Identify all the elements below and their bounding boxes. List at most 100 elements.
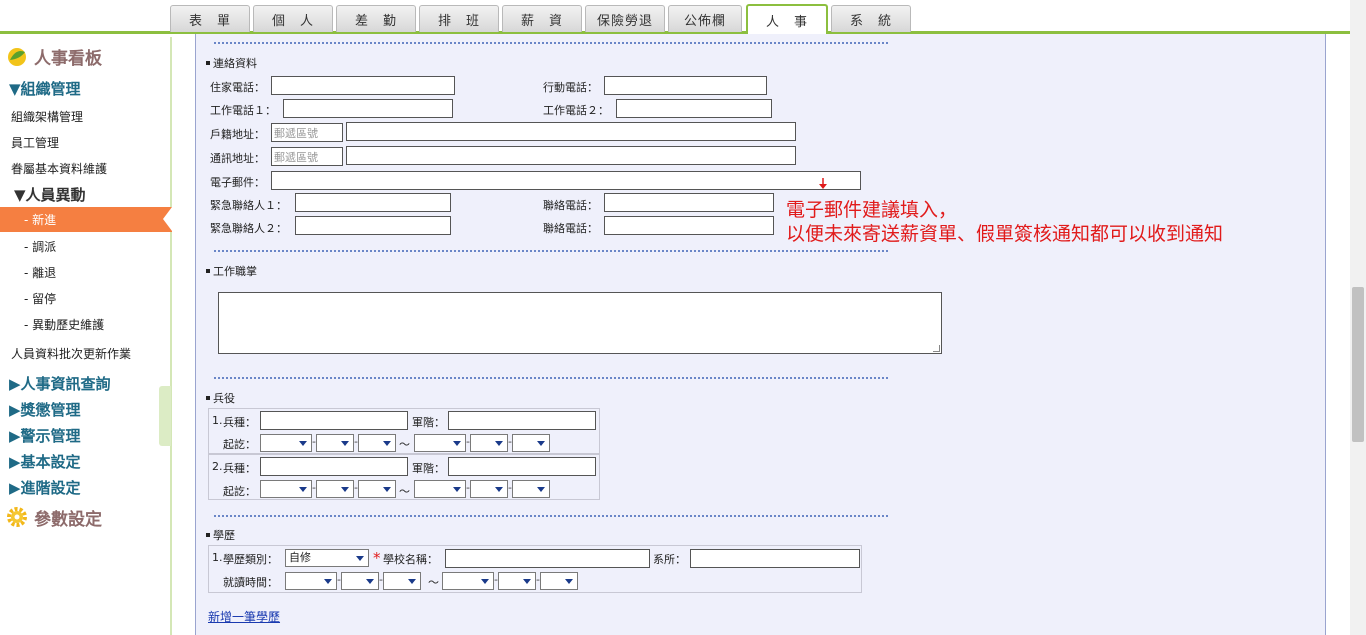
military-row2-number: 2. [212,460,223,473]
sidebar-item-transfer[interactable]: - 調派 [24,238,56,255]
tab-hr[interactable]: 人 事 [746,4,828,34]
military-rank-input[interactable] [448,411,596,430]
leaf-icon [6,45,28,67]
study-start-day-select[interactable] [383,572,421,590]
military-rank-label: 軍階： [412,462,445,475]
sidebar-section-personnel-change[interactable]: ▼人員異動 [14,184,86,205]
tab-forms[interactable]: 表 單 [170,5,250,32]
mailing-zip-input[interactable]: 郵遞區號 [271,147,343,166]
registered-zip-input[interactable]: 郵遞區號 [271,123,343,142]
scrollbar-thumb[interactable] [1352,287,1364,442]
sidebar-item-batch-update[interactable]: 人員資料批次更新作業 [11,345,131,362]
work-phone2-input[interactable] [616,99,772,118]
mobile-phone-input[interactable] [604,76,767,95]
military-type-input[interactable] [260,411,408,430]
department-label: 系所： [653,553,686,566]
military-end-month-select[interactable] [470,434,508,452]
email-label: 電子郵件： [210,176,265,189]
home-phone-label: 住家電話： [210,81,265,94]
sidebar-section-rewards[interactable]: ▶獎懲管理 [9,399,81,420]
study-end-day-select[interactable] [540,572,578,590]
military-end-month-select-2[interactable] [470,480,508,498]
school-name-label: 學校名稱： [383,553,438,566]
email-hint-line1: 電子郵件建議填入， [786,199,958,221]
tab-scheduling[interactable]: 排 班 [419,5,499,32]
emergency-phone2-input[interactable] [604,216,774,235]
sidebar-collapse-handle[interactable] [159,386,171,446]
email-input[interactable] [271,171,861,190]
contact-section-title: 連絡資料 [206,55,257,71]
education-row1-number: 1. [212,551,223,564]
sidebar-item-dependents[interactable]: 眷屬基本資料維護 [11,160,107,177]
military-section-title: 兵役 [206,390,235,406]
sidebar-board-header[interactable]: 人事看板 [6,43,102,69]
military-start-day-select[interactable] [358,434,396,452]
department-input[interactable] [690,549,860,568]
sidebar-section-alerts[interactable]: ▶警示管理 [9,425,81,446]
sidebar-item-resignation[interactable]: - 離退 [24,264,56,281]
emergency-phone1-input[interactable] [604,193,774,212]
tab-personal[interactable]: 個 人 [253,5,333,32]
military-period-tilde: ～ [399,438,410,451]
military-end-day-select[interactable] [512,434,550,452]
mailing-address-input[interactable] [346,146,796,165]
sidebar-section-basic-settings[interactable]: ▶基本設定 [9,451,81,472]
required-asterisk: * [373,549,381,567]
sidebar-item-employees[interactable]: 員工管理 [11,134,59,151]
duty-textarea[interactable] [218,292,942,354]
emergency-contact1-label: 緊急聯絡人１： [210,199,287,212]
mailing-address-label: 通訊地址： [210,152,265,165]
military-start-month-select[interactable] [316,434,354,452]
military-type-input-2[interactable] [260,457,408,476]
emergency-phone1-label: 聯絡電話： [543,199,598,212]
sidebar-section-hr-query[interactable]: ▶人事資訊查詢 [9,373,111,394]
registered-address-label: 戶籍地址： [210,128,265,141]
tab-bulletin[interactable]: 公佈欄 [668,5,742,32]
duty-section-title: 工作職掌 [206,263,257,279]
sidebar-board-title: 人事看板 [34,48,102,69]
add-education-link[interactable]: 新增一筆學歷 [208,608,280,625]
education-section-title: 學歷 [206,527,235,543]
sidebar-item-change-history[interactable]: - 異動歷史維護 [24,316,104,333]
military-rank-input-2[interactable] [448,457,596,476]
military-end-year-select[interactable] [414,434,466,452]
study-start-year-select[interactable] [285,572,337,590]
home-phone-input[interactable] [271,76,455,95]
tab-payroll[interactable]: 薪 資 [502,5,582,32]
sidebar-param-header[interactable]: 參數設定 [6,504,102,530]
emergency-contact1-input[interactable] [295,193,451,212]
military-start-day-select-2[interactable] [358,480,396,498]
sidebar-param-title: 參數設定 [34,509,102,530]
sidebar-item-new-hire[interactable]: - 新進 [0,207,172,232]
study-end-year-select[interactable] [442,572,494,590]
study-period-tilde: ～ [428,576,439,589]
sidebar-item-org-structure[interactable]: 組織架構管理 [11,108,83,125]
emergency-contact2-input[interactable] [295,216,451,235]
tab-insurance[interactable]: 保險勞退 [585,5,665,32]
tab-system[interactable]: 系 統 [831,5,911,32]
study-end-month-select[interactable] [498,572,536,590]
main-form-panel: 連絡資料 住家電話： 行動電話： 工作電話１： 工作電話２： 戶籍地址： 郵遞區… [195,34,1326,635]
emergency-phone2-label: 聯絡電話： [543,222,598,235]
sidebar-item-leave-suspension[interactable]: - 留停 [24,290,56,307]
tab-attendance[interactable]: 差 勤 [336,5,416,32]
military-start-month-select-2[interactable] [316,480,354,498]
military-rank-label: 軍階： [412,416,445,429]
page-scrollbar[interactable] [1350,0,1366,635]
military-end-day-select-2[interactable] [512,480,550,498]
work-phone1-input[interactable] [283,99,453,118]
education-type-select[interactable]: 自修 [285,549,369,567]
work-phone2-label: 工作電話２： [543,104,609,117]
school-name-input[interactable] [445,549,650,568]
sidebar-section-org[interactable]: ▼組織管理 [9,78,81,99]
section-divider [214,250,888,252]
military-end-year-select-2[interactable] [414,480,466,498]
registered-address-input[interactable] [346,122,796,141]
sidebar-section-advanced-settings[interactable]: ▶進階設定 [9,477,81,498]
study-start-month-select[interactable] [341,572,379,590]
military-period-tilde: ～ [399,485,410,498]
section-divider [214,377,888,379]
sidebar: 人事看板 ▼組織管理 組織架構管理 員工管理 眷屬基本資料維護 ▼人員異動 - … [0,37,172,635]
military-start-year-select[interactable] [260,434,312,452]
military-start-year-select-2[interactable] [260,480,312,498]
